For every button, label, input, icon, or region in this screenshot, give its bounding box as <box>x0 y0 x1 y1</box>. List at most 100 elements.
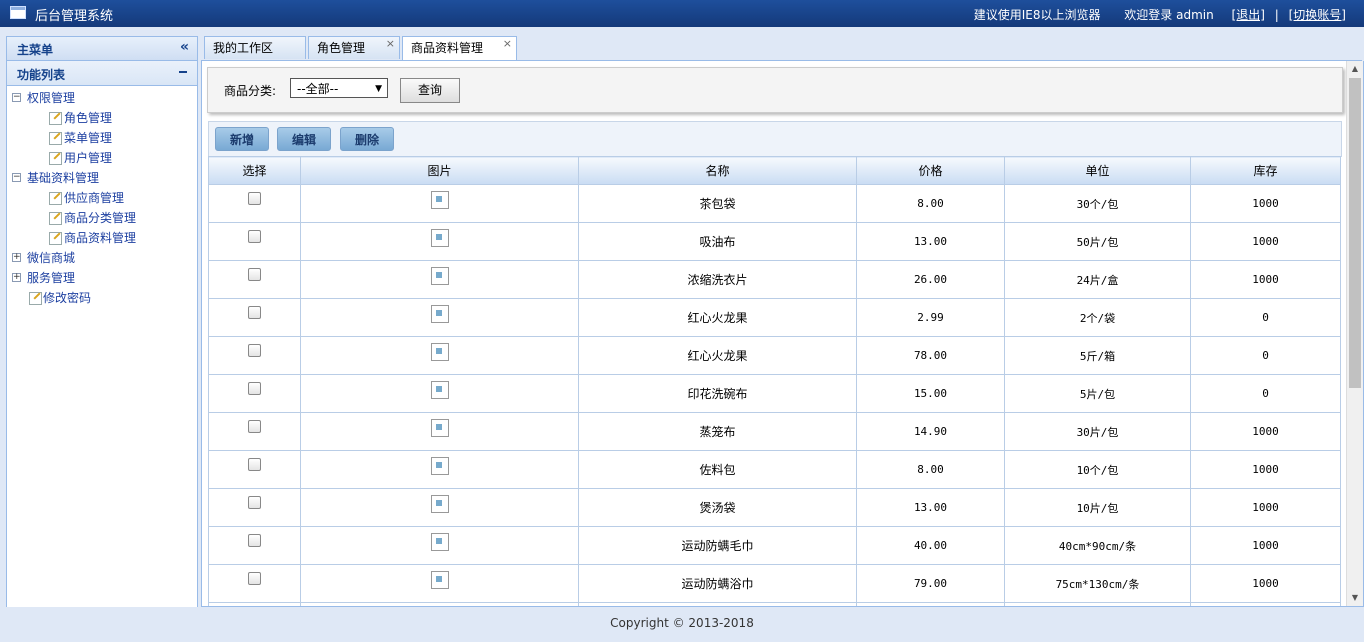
edit-page-icon <box>49 132 62 145</box>
collapse-sidebar-icon[interactable]: « <box>180 39 189 55</box>
row-checkbox[interactable] <box>248 381 261 395</box>
name-cell: 佐料包 <box>578 450 857 489</box>
tree-toggle-icon[interactable]: − <box>12 173 21 182</box>
row-checkbox[interactable] <box>248 533 261 547</box>
scroll-down-icon[interactable]: ▼ <box>1347 590 1363 606</box>
unit-cell: 10个/包 <box>1004 450 1191 489</box>
select-cell <box>208 184 301 223</box>
query-button[interactable]: 查询 <box>400 78 460 103</box>
sidebar-header: 主菜单 « <box>7 37 197 61</box>
sidebar-item-supplier-management[interactable]: 供应商管理 <box>7 188 197 208</box>
sidebar-item-user-management[interactable]: 用户管理 <box>7 148 197 168</box>
close-icon[interactable]: × <box>503 33 512 55</box>
unit-cell: 10片/包 <box>1004 488 1191 527</box>
tree-toggle-icon[interactable]: + <box>12 253 21 262</box>
stock-cell: 1000 <box>1190 184 1341 223</box>
switch-account-link[interactable]: [切换账号] <box>1289 8 1346 22</box>
column-header-image[interactable]: 图片 <box>300 156 579 185</box>
tab-label: 商品资料管理 <box>411 41 484 55</box>
table-row[interactable]: 运动防螨浴巾 79.00 75cm*130cm/条 1000 <box>208 564 1341 603</box>
sidebar-item-category-management[interactable]: 商品分类管理 <box>7 208 197 228</box>
row-checkbox[interactable] <box>248 495 261 509</box>
sidebar-item-menu-management[interactable]: 菜单管理 <box>7 128 197 148</box>
table-row[interactable]: 印花洗碗布 15.00 5片/包 0 <box>208 374 1341 413</box>
add-button[interactable]: 新增 <box>215 127 269 151</box>
tree-toggle-icon[interactable]: − <box>12 93 21 102</box>
sidebar-item-label: 用户管理 <box>64 151 113 165</box>
table-body: 茶包袋 8.00 30个/包 1000 吸油布 13.00 50片/包 1000 浓缩洗衣片 26… <box>208 184 1341 606</box>
image-cell <box>300 184 579 223</box>
table-row[interactable]: 蒸笼布 14.90 30片/包 1000 <box>208 412 1341 451</box>
vertical-scrollbar[interactable]: ▲ ▼ <box>1346 61 1363 606</box>
name-cell: 吸油布 <box>578 222 857 261</box>
tree-node-permissions[interactable]: − 权限管理 <box>7 88 197 108</box>
image-cell <box>300 260 579 299</box>
close-icon[interactable]: × <box>386 33 395 55</box>
stock-cell: 1000 <box>1190 412 1341 451</box>
row-checkbox[interactable] <box>248 419 261 433</box>
column-header-unit[interactable]: 单位 <box>1004 156 1191 185</box>
menu-tree: − 权限管理 角色管理 菜单管理 用户管理 − 基础资料管理 供应商管理 商品分类管… <box>7 86 197 308</box>
scrollbar-thumb[interactable] <box>1349 78 1361 388</box>
image-cell <box>300 526 579 565</box>
tree-node-basic-data[interactable]: − 基础资料管理 <box>7 168 197 188</box>
stock-cell: 1000 <box>1190 222 1341 261</box>
table-row[interactable]: 运动防螨毛巾 40.00 40cm*90cm/条 1000 <box>208 526 1341 565</box>
tab-my-workspace[interactable]: 我的工作区 <box>204 36 306 59</box>
row-checkbox[interactable] <box>248 229 261 243</box>
table-row[interactable]: 浓缩洗衣片 26.00 24片/盒 1000 <box>208 260 1341 299</box>
table-row[interactable]: 吸油布 13.00 50片/包 1000 <box>208 222 1341 261</box>
row-checkbox[interactable] <box>248 571 261 585</box>
scroll-up-icon[interactable]: ▲ <box>1347 61 1363 77</box>
image-cell <box>300 412 579 451</box>
price-cell: 14.90 <box>856 412 1005 451</box>
unit-cell: 30片/包 <box>1004 412 1191 451</box>
welcome-text: 欢迎登录 admin <box>1124 8 1214 22</box>
sidebar-item-product-management[interactable]: 商品资料管理 <box>7 228 197 248</box>
tab-product-management[interactable]: 商品资料管理 × <box>402 36 517 60</box>
app-title: 后台管理系统 <box>35 9 114 24</box>
price-cell: 2.99 <box>856 298 1005 337</box>
delete-button[interactable]: 删除 <box>340 127 394 151</box>
edit-button[interactable]: 编辑 <box>277 127 331 151</box>
unit-cell: 5斤/箱 <box>1004 336 1191 375</box>
dropdown-arrow-icon: ▼ <box>375 84 382 94</box>
image-cell <box>300 374 579 413</box>
table-row[interactable]: 煲汤袋 13.00 10片/包 1000 <box>208 488 1341 527</box>
tree-node-service-management[interactable]: + 服务管理 <box>7 268 197 288</box>
image-cell <box>300 336 579 375</box>
table-row[interactable]: 佐料包 8.00 10个/包 1000 <box>208 450 1341 489</box>
tab-role-management[interactable]: 角色管理 × <box>308 36 400 59</box>
price-cell: 78.00 <box>856 336 1005 375</box>
column-header-select[interactable]: 选择 <box>208 156 301 185</box>
category-select[interactable]: --全部-- ▼ <box>290 78 388 98</box>
tree-toggle-icon[interactable]: + <box>12 273 21 282</box>
tree-node-wechat-mall[interactable]: + 微信商城 <box>7 248 197 268</box>
table-row[interactable]: 茶包袋 8.00 30个/包 1000 <box>208 184 1341 223</box>
broken-image-icon <box>430 305 449 323</box>
row-checkbox[interactable] <box>248 457 261 471</box>
sidebar-item-change-password[interactable]: 修改密码 <box>7 288 197 308</box>
stock-cell: 0 <box>1190 336 1341 375</box>
column-header-price[interactable]: 价格 <box>856 156 1005 185</box>
row-checkbox[interactable] <box>248 305 261 319</box>
edit-page-icon <box>49 112 62 125</box>
tab-label: 角色管理 <box>317 41 366 55</box>
sidebar-item-role-management[interactable]: 角色管理 <box>7 108 197 128</box>
column-header-stock[interactable]: 库存 <box>1190 156 1341 185</box>
table-row[interactable]: 红心火龙果 2.99 2个/袋 0 <box>208 298 1341 337</box>
row-checkbox[interactable] <box>248 343 261 357</box>
table-header-row: 选择 图片 名称 价格 单位 库存 <box>208 156 1341 185</box>
header-separator: | <box>1274 8 1279 22</box>
unit-cell: 2个/袋 <box>1004 298 1191 337</box>
unit-cell: 40cm*90cm/条 <box>1004 526 1191 565</box>
table-row[interactable]: 红心火龙果 78.00 5斤/箱 0 <box>208 336 1341 375</box>
unit-cell: 24片/盒 <box>1004 260 1191 299</box>
logout-link[interactable]: [退出] <box>1232 8 1265 22</box>
column-header-name[interactable]: 名称 <box>578 156 857 185</box>
collapse-section-icon[interactable] <box>179 71 187 73</box>
header-right: 建议使用IE8以上浏览器 欢迎登录 admin [退出] | [切换账号] <box>964 6 1346 23</box>
image-cell <box>300 450 579 489</box>
row-checkbox[interactable] <box>248 267 261 281</box>
row-checkbox[interactable] <box>248 191 261 205</box>
